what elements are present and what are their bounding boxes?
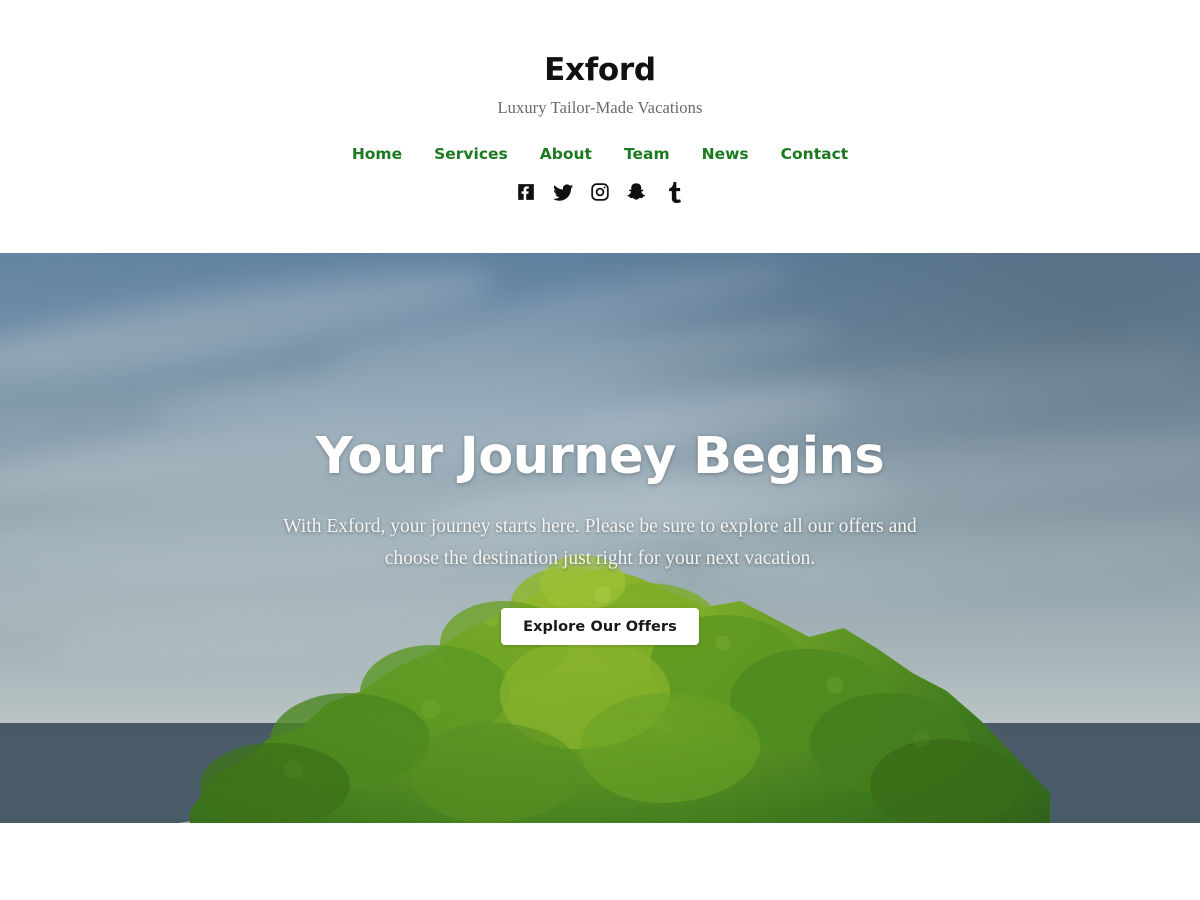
site-title: Exford [544, 52, 656, 88]
tumblr-icon[interactable] [663, 181, 685, 203]
social-links [515, 181, 685, 203]
facebook-icon[interactable] [515, 181, 537, 203]
hero-title: Your Journey Begins [315, 427, 885, 486]
snapchat-icon[interactable] [626, 181, 648, 203]
hero-content: Your Journey Begins With Exford, your jo… [0, 253, 1200, 823]
nav-item-contact[interactable]: Contact [765, 146, 865, 163]
page-body-below-hero [0, 823, 1200, 900]
nav-item-services[interactable]: Services [418, 146, 524, 163]
explore-our-offers-button[interactable]: Explore Our Offers [501, 608, 699, 646]
nav-item-news[interactable]: News [686, 146, 765, 163]
nav-item-team[interactable]: Team [608, 146, 686, 163]
main-navigation: Home Services About Team News Contact [336, 146, 865, 163]
twitter-icon[interactable] [552, 181, 574, 203]
hero-section: Your Journey Begins With Exford, your jo… [0, 253, 1200, 823]
site-tagline: Luxury Tailor-Made Vacations [497, 97, 703, 117]
hero-description: With Exford, your journey starts here. P… [283, 516, 917, 569]
site-header: Exford Luxury Tailor-Made Vacations Home… [0, 0, 1200, 253]
nav-item-about[interactable]: About [524, 146, 608, 163]
nav-item-home[interactable]: Home [336, 146, 418, 163]
instagram-icon[interactable] [589, 181, 611, 203]
